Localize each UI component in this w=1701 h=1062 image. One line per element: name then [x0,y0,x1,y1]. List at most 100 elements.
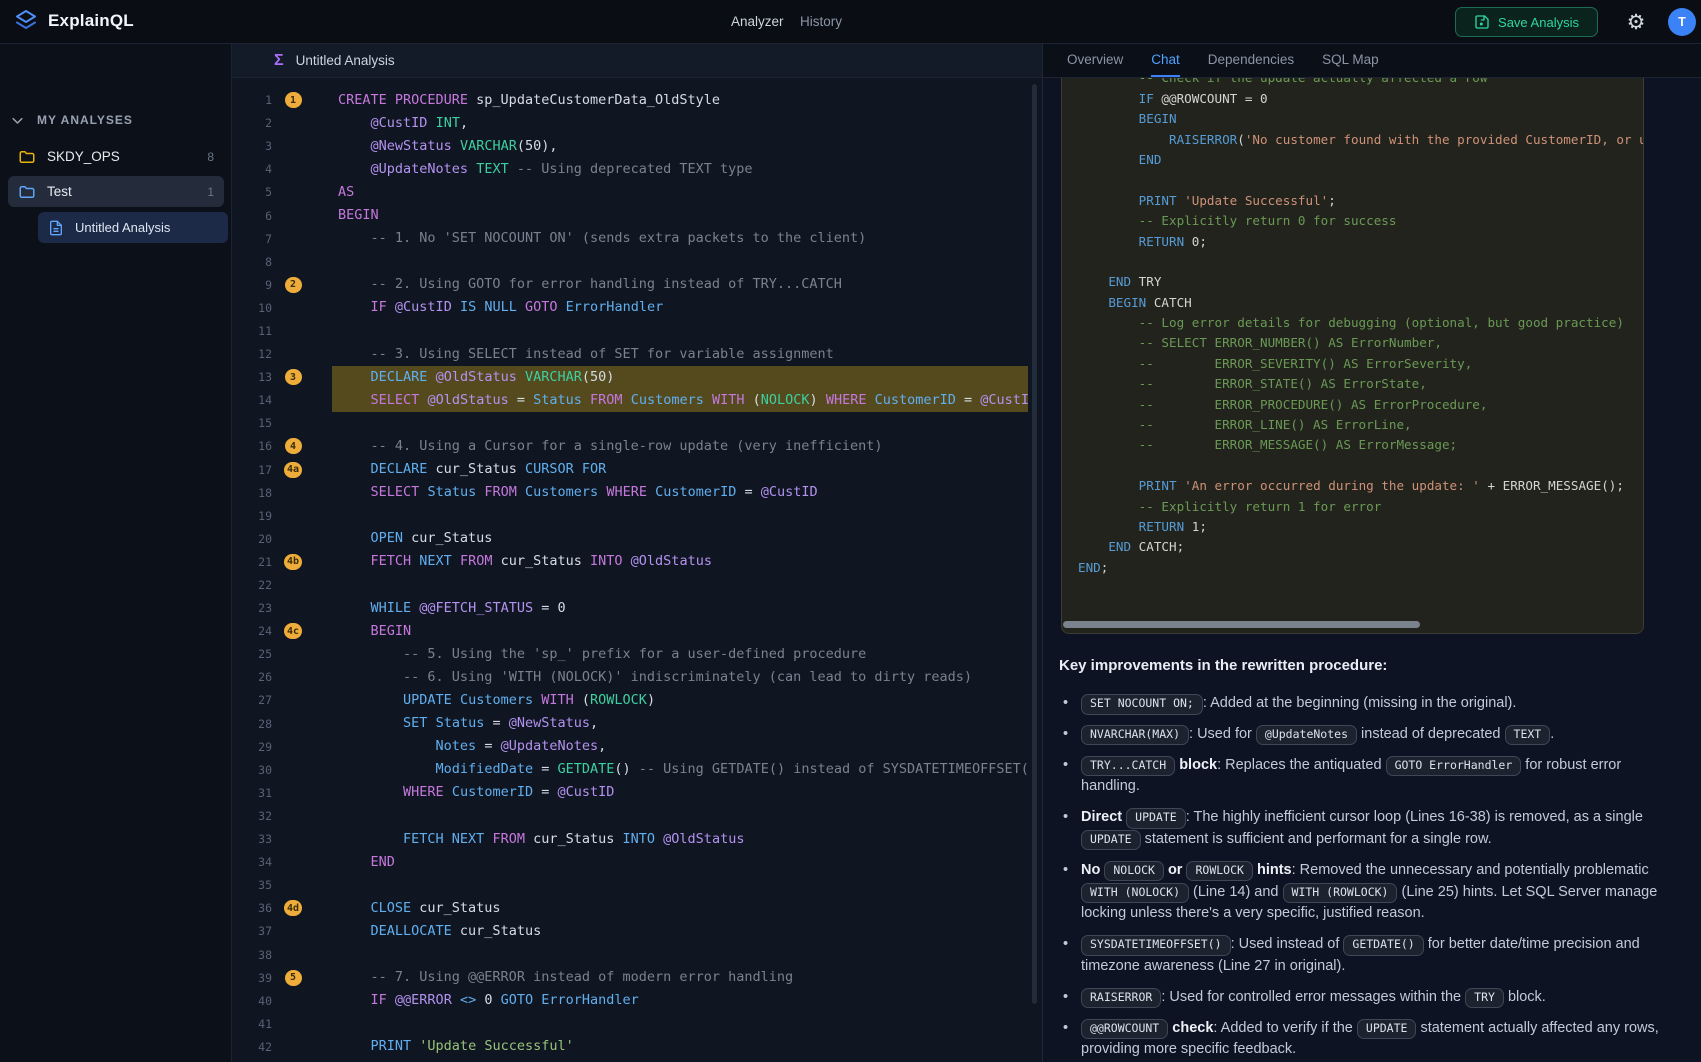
annotation-badge[interactable]: 2 [285,277,302,293]
line-number: 31 [232,786,278,800]
line-number: 19 [232,509,278,523]
nav-analyzer-link[interactable]: Analyzer [731,0,784,44]
line-number: 40 [232,994,278,1008]
code-chip: GOTO ErrorHandler [1386,756,1522,777]
code-text: WHERE CustomerID = @CustID [332,781,1028,804]
code-chip: WITH (ROWLOCK) [1283,883,1398,904]
line-number: 39 [232,971,278,985]
code-line: 3 @NewStatus VARCHAR(50), [232,135,1042,158]
annotation-badge[interactable]: 4d [284,900,302,916]
editor-vertical-scrollbar[interactable] [1032,84,1037,1004]
code-block-horizontal-scrollbar[interactable] [1063,621,1420,628]
improvement-item: Direct UPDATE: The highly inefficient cu… [1059,807,1673,851]
code-chip: TRY [1465,988,1504,1009]
code-chip: @@ROWCOUNT [1081,1019,1168,1040]
sidebar-item-untitled-analysis[interactable]: Untitled Analysis [38,212,228,243]
code-line: 28 SET Status = @NewStatus, [232,712,1042,735]
annotation-badge[interactable]: 4c [284,623,302,639]
line-number: 30 [232,763,278,777]
code-line: 15 [232,412,1042,435]
folder-icon [18,183,36,201]
sql-editor-panel: Σ Untitled Analysis 11CREATE PROCEDURE s… [232,44,1042,1062]
code-text: @CustID INT, [332,112,1028,135]
folder-count: 1 [207,185,214,199]
code-text: FETCH NEXT FROM cur_Status INTO @OldStat… [332,828,1028,851]
bold-text: check [1172,1020,1213,1036]
line-number: 33 [232,832,278,846]
chat-code-line: -- Explicitly return 1 for error [1078,497,1627,517]
code-text: -- 4. Using a Cursor for a single-row up… [332,435,1028,458]
code-line: 92 -- 2. Using GOTO for error handling i… [232,273,1042,296]
settings-gear-icon[interactable]: ⚙ [1622,7,1650,37]
code-chip: SYSDATETIMEOFFSET() [1081,935,1231,956]
code-text: IF @CustID IS NULL GOTO ErrorHandler [332,296,1028,319]
code-text: AS [332,181,1028,204]
chat-code-line: IF @@ROWCOUNT = 0 [1078,89,1627,109]
code-chip: NOLOCK [1104,861,1164,882]
annotation-badge[interactable]: 1 [285,92,302,108]
code-text: SELECT @OldStatus = Status FROM Customer… [332,389,1028,412]
key-improvements-list: SET NOCOUNT ON;: Added at the beginning … [1059,693,1673,1061]
annotation-badge[interactable]: 5 [285,970,302,986]
tab-overview[interactable]: Overview [1067,44,1123,77]
annotation-badge[interactable]: 4 [285,438,302,454]
bullet-text: : Removed the unnecessary and potentiall… [1292,862,1649,878]
annotation-badge[interactable]: 3 [285,369,302,385]
line-number: 34 [232,855,278,869]
annotation-badge[interactable]: 4a [284,462,302,478]
code-text: -- 2. Using GOTO for error handling inst… [332,273,1028,296]
code-line: 7 -- 1. No 'SET NOCOUNT ON' (sends extra… [232,227,1042,250]
line-number: 3 [232,139,278,153]
line-number: 24 [232,624,278,638]
code-line: 37 DEALLOCATE cur_Status [232,920,1042,943]
chat-code-line [1078,170,1627,190]
tab-dependencies[interactable]: Dependencies [1208,44,1294,77]
line-number: 16 [232,439,278,453]
bold-text: or [1168,862,1183,878]
code-chip: ROWLOCK [1186,861,1252,882]
improvement-item: TRY...CATCH block: Replaces the antiquat… [1059,755,1673,799]
line-number: 38 [232,948,278,962]
code-chip: TEXT [1505,725,1551,746]
sql-code-area[interactable]: 11CREATE PROCEDURE sp_UpdateCustomerData… [232,78,1042,1062]
folder-icon [18,148,36,166]
tab-chat[interactable]: Chat [1151,44,1180,77]
code-text: -- 6. Using 'WITH (NOLOCK)' indiscrimina… [332,666,1028,689]
badge-gutter: 3 [278,369,308,385]
sidebar-folder-test[interactable]: Test 1 [8,176,224,207]
code-text: SELECT Status FROM Customers WHERE Custo… [332,481,1028,504]
improvement-item: RAISERROR: Used for controlled error mes… [1059,987,1673,1009]
save-analysis-label: Save Analysis [1498,15,1579,30]
code-text: -- 3. Using SELECT instead of SET for va… [332,343,1028,366]
badge-gutter: 4b [278,554,308,570]
code-text: END [332,851,1028,874]
code-text: IF @@ERROR <> 0 GOTO ErrorHandler [332,989,1028,1012]
line-number: 41 [232,1017,278,1031]
chat-code-line: RAISERROR('No customer found with the pr… [1078,130,1627,150]
save-analysis-button[interactable]: Save Analysis [1455,7,1598,37]
code-line: 364d CLOSE cur_Status [232,897,1042,920]
improvement-item: No NOLOCK or ROWLOCK hints: Removed the … [1059,860,1673,925]
line-number: 42 [232,1040,278,1054]
bold-text: hints [1257,862,1292,878]
code-line: 174a DECLARE cur_Status CURSOR FOR [232,458,1042,481]
sidebar-folder-skdy-ops[interactable]: SKDY_OPS 8 [8,141,224,172]
bullet-text: . [1550,726,1554,742]
code-text: -- 1. No 'SET NOCOUNT ON' (sends extra p… [332,227,1028,250]
code-text: WHILE @@FETCH_STATUS = 0 [332,597,1028,620]
nav-history-link[interactable]: History [800,0,842,44]
code-line: 14 SELECT @OldStatus = Status FROM Custo… [232,389,1042,412]
code-line: 35 [232,874,1042,897]
chat-code-line: -- ERROR_PROCEDURE() AS ErrorProcedure, [1078,395,1627,415]
line-number: 27 [232,693,278,707]
rewritten-procedure-code-block[interactable]: -- Check if the update actually affected… [1061,78,1644,634]
line-number: 25 [232,647,278,661]
annotation-badge[interactable]: 4b [284,554,302,570]
user-avatar[interactable]: T [1668,8,1696,36]
line-number: 26 [232,670,278,684]
tab-sql-map[interactable]: SQL Map [1322,44,1379,77]
chat-code-line: -- ERROR_STATE() AS ErrorState, [1078,374,1627,394]
my-analyses-group-header[interactable]: MY ANALYSES [10,106,222,134]
line-number: 4 [232,162,278,176]
code-line: 11 [232,319,1042,342]
